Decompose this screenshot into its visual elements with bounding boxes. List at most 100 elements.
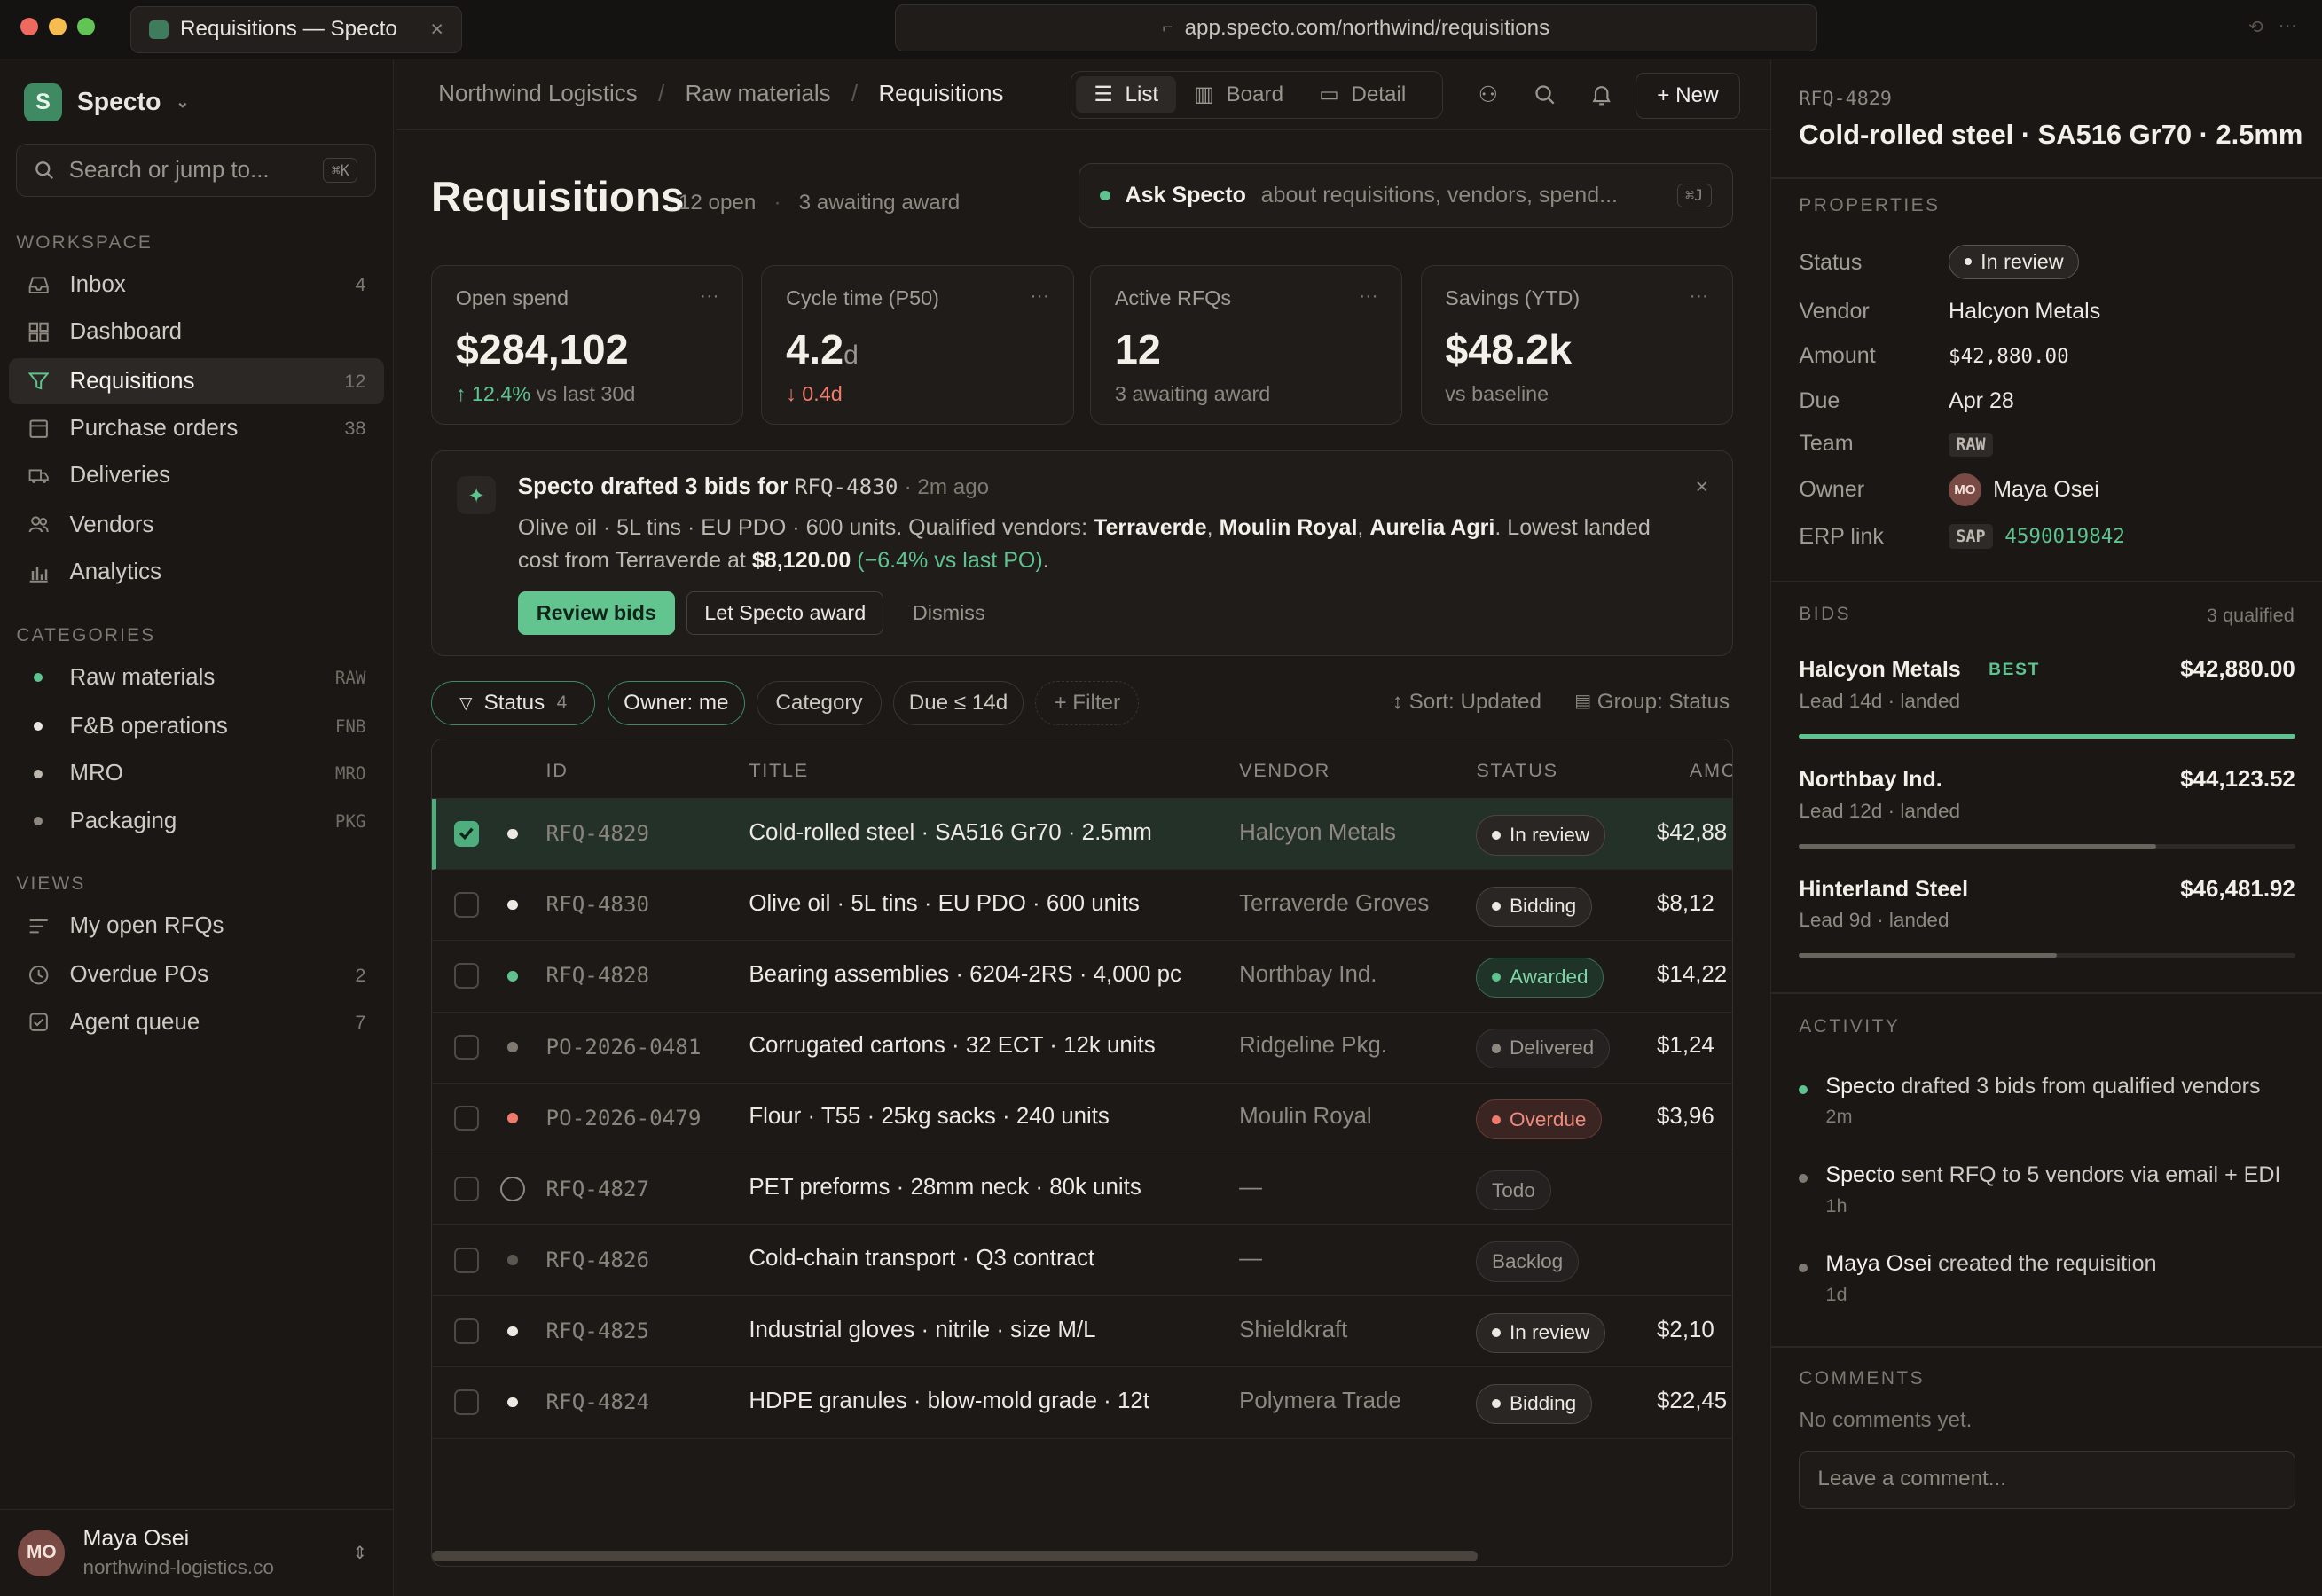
bell-icon[interactable] [1591,83,1612,107]
row-title[interactable]: Cold-chain transport · Q3 contract [749,1246,1094,1271]
bid-card[interactable]: Northbay Ind. $44,123.52 Lead 12d · land… [1799,767,2295,856]
row-checkbox[interactable] [454,963,480,989]
column-vendor[interactable]: VENDOR [1239,759,1330,782]
column-id[interactable]: ID [546,759,569,782]
row-checkbox[interactable] [454,1248,480,1273]
more-icon[interactable]: ··· [1359,284,1378,307]
status-badge[interactable]: Awarded [1476,957,1604,998]
row-id[interactable]: RFQ-4826 [546,1248,650,1272]
row-checkbox[interactable] [454,1389,480,1415]
sidebar-category-pkg[interactable]: Packaging PKG [9,798,384,844]
sidebar-item-vendors[interactable]: Vendors [9,502,384,548]
sidebar-item-inbox[interactable]: Inbox 4 [9,262,384,309]
sidebar-item-analytics[interactable]: Analytics [9,550,384,596]
table-row[interactable]: RFQ-4829 Cold-rolled steel · SA516 Gr70 … [431,799,1732,871]
column-title[interactable]: TITLE [749,759,808,782]
row-title[interactable]: Industrial gloves · nitrile · size M/L [749,1318,1095,1343]
close-icon[interactable]: × [1696,474,1709,500]
new-button[interactable]: + New [1635,72,1741,119]
status-badge[interactable]: Bidding [1476,1383,1592,1424]
row-id[interactable]: RFQ-4830 [546,892,650,917]
owner-value[interactable]: MO Maya Osei [1949,473,2099,507]
row-checkbox[interactable] [454,1105,480,1131]
row-checkbox[interactable] [454,892,480,918]
bid-card[interactable]: Halcyon Metals BEST $42,880.00 Lead 14d … [1799,657,2295,746]
sidebar-item-dashboard[interactable]: Dashboard [9,309,384,356]
workspace-switcher[interactable]: S Specto ⌄ [23,82,190,121]
row-title[interactable]: Olive oil · 5L tins · EU PDO · 600 units [749,891,1140,917]
close-window-button[interactable] [20,18,39,36]
row-checkbox[interactable] [454,1318,480,1344]
add-filter-button[interactable]: + Filter [1035,681,1140,726]
row-title[interactable]: Corrugated cartons · 32 ECT · 12k units [749,1033,1155,1059]
table-row[interactable]: RFQ-4825 Industrial gloves · nitrile · s… [431,1296,1732,1368]
table-row[interactable]: PO-2026-0479 Flour · T55 · 25kg sacks · … [431,1084,1732,1154]
ask-specto-input[interactable]: Ask Specto about requisitions, vendors, … [1078,162,1733,229]
column-status[interactable]: STATUS [1476,759,1557,782]
sort-button[interactable]: ↕ Sort: Updated [1392,690,1541,715]
table-row[interactable]: RFQ-4828 Bearing assemblies · 6204-2RS ·… [431,941,1732,1013]
vendor-value[interactable]: Halcyon Metals [1949,299,2100,325]
status-badge[interactable]: In review [1476,1312,1605,1353]
status-badge[interactable]: Todo [1476,1170,1551,1211]
let-specto-award-button[interactable]: Let Specto award [686,591,884,635]
row-id[interactable]: PO-2026-0479 [546,1106,702,1130]
table-row[interactable]: RFQ-4826 Cold-chain transport · Q3 contr… [431,1225,1732,1297]
status-badge[interactable]: Backlog [1476,1241,1579,1282]
row-id[interactable]: PO-2026-0481 [546,1035,702,1060]
sidebar-category-raw[interactable]: Raw materials RAW [9,654,384,700]
filter-owner[interactable]: Owner: me [607,681,745,726]
status-badge[interactable]: Delivered [1476,1028,1610,1069]
table-row[interactable]: RFQ-4830 Olive oil · 5L tins · EU PDO · … [431,870,1732,942]
sidebar-view-overdue-pos[interactable]: Overdue POs 2 [9,952,384,998]
user-menu[interactable]: MO Maya Osei northwind-logistics.co ⇕ [0,1508,395,1596]
row-title[interactable]: Flour · T55 · 25kg sacks · 240 units [749,1104,1110,1130]
row-title[interactable]: Bearing assemblies · 6204-2RS · 4,000 pc [749,962,1181,988]
erp-link[interactable]: 4590019842 [2004,525,2125,548]
more-icon[interactable]: ··· [1030,284,1049,307]
sidebar-item-requisitions[interactable]: Requisitions 12 [9,358,384,404]
tab-list[interactable]: ☰ List [1076,76,1177,113]
filter-status[interactable]: ▽ Status 4 [430,681,596,726]
address-bar[interactable]: ⌐ app.specto.com/northwind/requisitions [894,4,1818,52]
row-id[interactable]: RFQ-4824 [546,1389,650,1414]
search-input[interactable]: Search or jump to... ⌘K [16,143,377,198]
due-value[interactable]: Apr 28 [1949,388,2014,414]
filter-due[interactable]: Due ≤ 14d [893,681,1024,726]
row-id[interactable]: RFQ-4828 [546,963,650,988]
dismiss-button[interactable]: Dismiss [896,591,1002,634]
more-icon[interactable]: ··· [700,284,719,307]
comment-input[interactable]: Leave a comment... [1799,1451,2295,1509]
more-icon[interactable]: ··· [2278,13,2297,36]
row-title[interactable]: HDPE granules · blow-mold grade · 12t [749,1389,1149,1414]
table-row[interactable]: RFQ-4827 PET preforms · 28mm neck · 80k … [431,1154,1732,1226]
team-value[interactable]: RAW [1949,432,1993,458]
sidebar-view-my-open-rfqs[interactable]: My open RFQs [9,904,384,950]
banner-rfq-link[interactable]: RFQ-4830 [795,474,898,499]
reload-icon[interactable]: ⟲ [2248,16,2263,38]
tab-detail[interactable]: ▭ Detail [1301,76,1424,113]
search-icon[interactable] [1534,84,1555,105]
browser-tab[interactable]: Requisitions — Specto × [129,5,463,54]
status-badge[interactable]: Bidding [1476,886,1592,927]
row-checkbox[interactable] [454,1176,480,1202]
table-row[interactable]: RFQ-4824 HDPE granules · blow-mold grade… [431,1367,1732,1439]
close-tab-icon[interactable]: × [430,17,443,43]
sidebar-item-deliveries[interactable]: Deliveries [9,453,384,499]
sidebar-category-mro[interactable]: MRO MRO [9,751,384,797]
minimize-window-button[interactable] [49,18,67,36]
sidebar-item-purchase-orders[interactable]: Purchase orders 38 [9,406,384,452]
breadcrumb-org[interactable]: Northwind Logistics [438,82,637,107]
row-checkbox[interactable] [454,1034,480,1060]
status-badge[interactable]: Overdue [1476,1099,1603,1140]
status-badge[interactable]: In review [1476,815,1605,856]
horizontal-scrollbar[interactable] [431,1551,1478,1562]
people-icon[interactable]: ⚇ [1479,82,1498,108]
group-button[interactable]: ▤ Group: Status [1574,690,1730,715]
tab-board[interactable]: ▥ Board [1176,76,1301,113]
row-id[interactable]: RFQ-4827 [546,1177,650,1201]
filter-category[interactable]: Category [757,681,882,726]
table-row[interactable]: PO-2026-0481 Corrugated cartons · 32 ECT… [431,1013,1732,1084]
status-value[interactable]: In review [1949,244,2080,279]
review-bids-button[interactable]: Review bids [517,591,675,635]
